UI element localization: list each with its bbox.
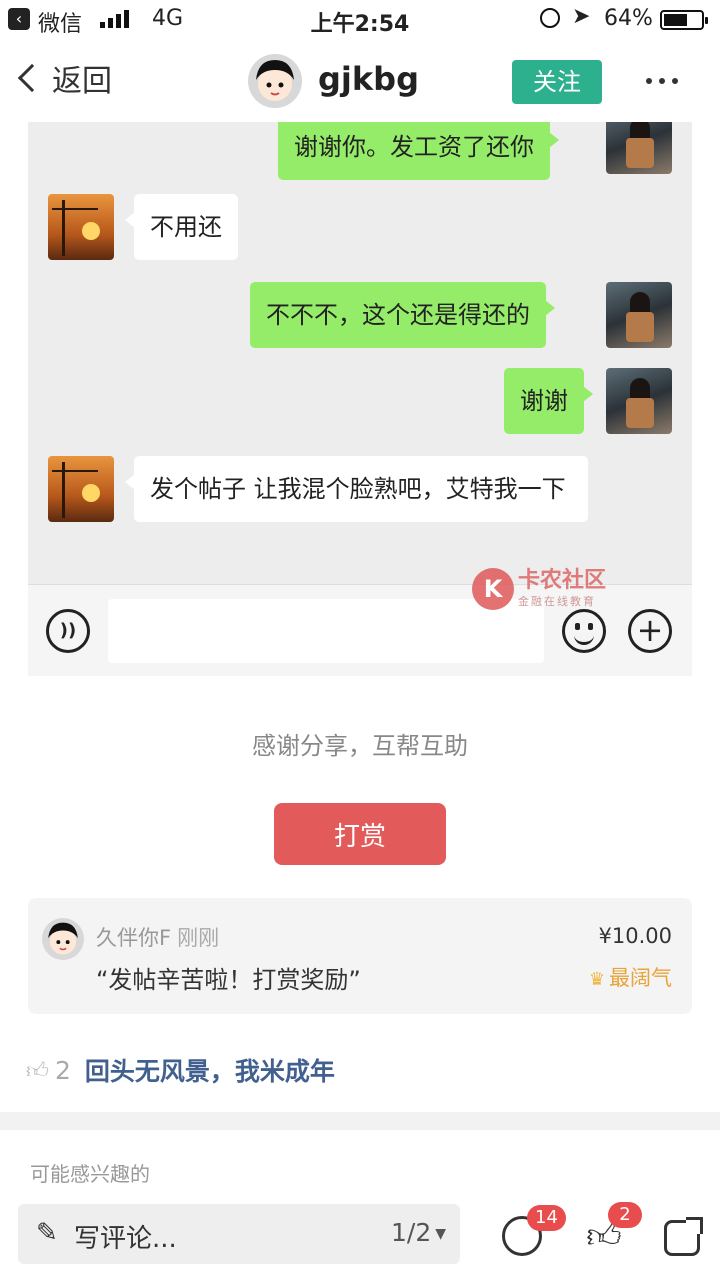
likes-row: 👍︎ 2 回头无风景，我米成年 <box>26 1052 335 1088</box>
bottom-action-bar: ✎ 写评论... 1/2 ▼ 14 👍︎ 2 <box>0 1200 720 1280</box>
chat-avatar-right <box>606 368 672 434</box>
chat-avatar-left <box>48 456 114 522</box>
chat-avatar-right <box>606 122 672 174</box>
likes-count-badge: 2 <box>608 1202 642 1228</box>
comment-icon[interactable]: 14 <box>502 1205 566 1256</box>
author-avatar[interactable] <box>248 54 302 108</box>
comment-placeholder: 写评论... <box>74 1224 177 1254</box>
chat-bubble-right: 谢谢 <box>504 368 593 434</box>
author-name[interactable]: gjkbg <box>318 60 419 98</box>
chevron-left-icon <box>17 63 47 93</box>
caret-down-icon: ▼ <box>435 1226 446 1242</box>
cartoon-face-icon <box>256 60 294 101</box>
recommend-heading: 可能感兴趣的 <box>30 1162 150 1186</box>
watermark-subtitle: 金融在线教育 <box>518 595 596 608</box>
watermark-logo: K 卡农社区 金融在线教育 <box>472 568 606 610</box>
rewarder-info: 久伴你F 刚刚 <box>96 922 219 952</box>
location-icon: ➤ <box>572 4 591 29</box>
reward-message: “发帖辛苦啦！打赏奖励” <box>96 966 361 994</box>
crown-icon: ♛ <box>588 969 605 990</box>
cartoon-face-icon <box>48 922 78 955</box>
rewarder-avatar[interactable] <box>42 918 84 960</box>
chat-bubble-left: 发个帖子 让我混个脸熟吧，艾特我一下 <box>125 456 588 522</box>
thumbs-up-icon: 👍︎ <box>26 1058 49 1084</box>
likes-count: 2 <box>55 1055 71 1085</box>
reward-record-card: 久伴你F 刚刚 “发帖辛苦啦！打赏奖励” ¥10.00 ♛ 最阔气 <box>28 898 692 1014</box>
status-bar: ‹ 微信 4G 上午2:54 ➤ 64% <box>0 0 720 40</box>
top-reward-label: 最阔气 <box>609 966 672 990</box>
battery-icon <box>660 10 708 30</box>
chat-avatar-left <box>48 194 114 260</box>
back-button[interactable]: 返回 <box>17 56 112 100</box>
page-indicator: 1/2 <box>390 1218 432 1247</box>
reward-prompt: 感谢分享，互帮互助 <box>252 732 468 760</box>
rewarder-name[interactable]: 久伴你F <box>96 926 171 950</box>
post-header: 返回 gjkbg 关注 <box>0 40 720 122</box>
voice-icon: )) <box>46 609 90 653</box>
more-icon[interactable] <box>646 78 678 84</box>
reward-amount: ¥10.00 <box>598 924 672 948</box>
pencil-icon: ✎ <box>36 1218 58 1248</box>
emoji-icon <box>562 609 606 653</box>
chat-bubble-left: 不用还 <box>125 194 238 260</box>
reward-time: 刚刚 <box>177 926 220 950</box>
rotation-lock-icon <box>540 8 560 28</box>
like-icon[interactable]: 👍︎ 2 <box>584 1202 642 1256</box>
page-selector[interactable]: 1/2 ▼ <box>391 1218 446 1247</box>
battery-percent: 64% <box>604 6 653 31</box>
chat-bubble-right: 谢谢你。发工资了还你 <box>278 122 559 180</box>
back-label: 返回 <box>52 64 112 99</box>
chat-screenshot-image: 谢谢你。发工资了还你 不用还 不不不，这个还是得还的 谢谢 发个帖子 让我混个脸… <box>28 122 692 676</box>
plus-icon: + <box>628 609 672 653</box>
reward-button[interactable]: 打赏 <box>274 803 446 865</box>
watermark-title: 卡农社区 <box>518 568 607 593</box>
section-divider <box>0 1112 720 1130</box>
share-icon[interactable] <box>664 1217 703 1256</box>
battery-fill <box>664 14 688 26</box>
follow-button[interactable]: 关注 <box>512 60 602 104</box>
top-reward-badge: ♛ 最阔气 <box>589 962 672 992</box>
liker-name[interactable]: 回头无风景，我米成年 <box>85 1052 335 1088</box>
watermark-k-icon: K <box>472 568 514 610</box>
comment-input[interactable]: ✎ 写评论... 1/2 ▼ <box>18 1204 460 1264</box>
comments-count-badge: 14 <box>527 1205 566 1231</box>
chat-bubble-right: 不不不，这个还是得还的 <box>250 282 555 348</box>
chat-avatar-right <box>606 282 672 348</box>
